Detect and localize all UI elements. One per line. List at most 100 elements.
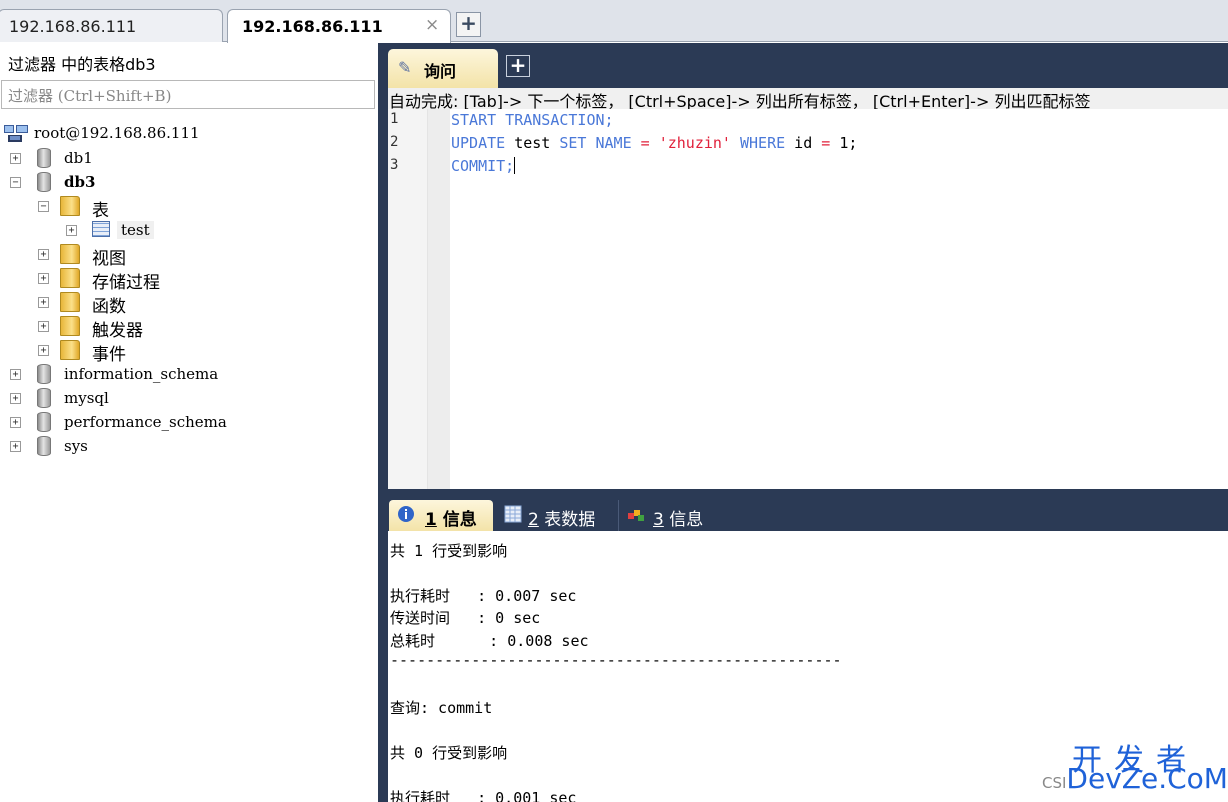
folder-icon	[60, 268, 80, 288]
database-icon	[37, 412, 51, 432]
grid-icon	[504, 505, 522, 523]
db-label: sys	[64, 437, 88, 455]
tab-label: 信息	[436, 510, 477, 530]
result-line: 执行耗时 : 0.007 sec	[390, 587, 577, 605]
expand-icon[interactable]: +	[38, 273, 49, 284]
sql-keyword: START TRANSACTION;	[451, 111, 614, 129]
tab-number: 1	[425, 510, 437, 530]
result-line: 查询: commit	[390, 699, 493, 717]
result-separator: ----------------------------------------…	[390, 651, 842, 669]
watermark-prefix: CSI	[1042, 774, 1067, 792]
result-line: 执行耗时 : 0.001 sec	[390, 789, 577, 802]
db-label: performance_schema	[64, 413, 227, 431]
expand-icon[interactable]: +	[10, 441, 21, 452]
window-tab-connection-1[interactable]: 192.168.86.111	[0, 9, 223, 42]
window-tab-connection-2[interactable]: 192.168.86.111	[227, 9, 451, 43]
database-icon	[37, 172, 51, 192]
tab-label: 信息	[663, 510, 704, 530]
database-icon	[37, 436, 51, 456]
server-icon	[4, 125, 28, 142]
close-tab-icon[interactable]: ×	[425, 15, 439, 35]
result-line: 传送时间 : 0 sec	[390, 609, 541, 627]
sql-keyword: UPDATE	[451, 134, 506, 152]
sql-editor[interactable]: 1 2 3 START TRANSACTION; UPDATE test SET…	[388, 109, 1228, 489]
tab-number: 3	[653, 510, 664, 530]
window-tab-strip: 192.168.86.111 192.168.86.111 × +	[0, 0, 1228, 43]
sql-text: test	[505, 134, 560, 152]
line-number: 2	[390, 134, 399, 150]
text-caret	[514, 157, 516, 174]
expand-icon[interactable]: +	[38, 345, 49, 356]
sql-text: 1;	[830, 134, 858, 152]
query-tab[interactable]: ✎ 询问	[388, 49, 498, 88]
object-browser: 过滤器 中的表格db3 过滤器 (Ctrl+Shift+B) root@192.…	[0, 43, 378, 802]
new-tab-button[interactable]: +	[456, 12, 481, 37]
tab-table-data[interactable]: 2 表数据	[496, 500, 612, 531]
expand-icon[interactable]: +	[10, 393, 21, 404]
sql-keyword: WHERE	[740, 134, 786, 152]
folder-label: 触发器	[92, 321, 143, 341]
expand-icon[interactable]: +	[38, 249, 49, 260]
tab-info-3[interactable]: 3 信息	[618, 500, 718, 531]
expand-icon[interactable]: +	[10, 153, 21, 164]
sql-text: id	[785, 134, 822, 152]
db-label: information_schema	[64, 365, 219, 383]
tab-label: 表数据	[538, 510, 596, 530]
new-query-button[interactable]: +	[506, 55, 530, 77]
panel-splitter[interactable]	[378, 43, 388, 802]
tab-info-1[interactable]: 1 信息	[389, 500, 493, 531]
autocomplete-hint: 自动完成: [Tab]-> 下一个标签， [Ctrl+Space]-> 列出所有…	[388, 88, 1228, 109]
folder-icon	[60, 292, 80, 312]
fold-margin	[428, 109, 450, 489]
collapse-icon[interactable]: −	[10, 177, 21, 188]
expand-icon[interactable]: +	[38, 321, 49, 332]
result-line: 共 1 行受到影响	[390, 542, 508, 560]
sql-keyword: COMMIT;	[451, 157, 515, 175]
filter-input[interactable]: 过滤器 (Ctrl+Shift+B)	[1, 80, 375, 109]
folder-label: 表	[92, 201, 109, 221]
expand-icon[interactable]: +	[10, 417, 21, 428]
folder-label: 事件	[92, 345, 126, 365]
folder-label: 函数	[92, 297, 126, 317]
expand-icon[interactable]: +	[66, 225, 77, 236]
sql-keyword: SET	[559, 134, 587, 152]
table-label: test	[117, 221, 154, 239]
folder-label: 存储过程	[92, 273, 160, 293]
server-label: root@192.168.86.111	[34, 124, 200, 142]
code-line-1: START TRANSACTION;	[451, 111, 614, 129]
sql-keyword: NAME	[595, 134, 632, 152]
tab-number: 2	[528, 510, 539, 530]
table-icon	[92, 221, 110, 237]
window-tab-label: 192.168.86.111	[242, 17, 383, 36]
filter-heading: 过滤器 中的表格db3	[8, 55, 156, 74]
query-tab-label: 询问	[424, 62, 457, 81]
blocks-icon	[628, 510, 644, 521]
watermark-text: DevZe.CoM	[1066, 762, 1228, 795]
expand-icon[interactable]: +	[38, 297, 49, 308]
collapse-icon[interactable]: −	[38, 201, 49, 212]
sql-operator: =	[640, 134, 650, 152]
result-line: 共 0 行受到影响	[390, 744, 508, 762]
db-label: db1	[64, 149, 93, 167]
sql-string: 'zhuzin'	[658, 134, 731, 152]
db-label: mysql	[64, 389, 109, 407]
db-label: db3	[64, 173, 96, 191]
sql-operator: =	[821, 134, 831, 152]
folder-icon	[60, 244, 80, 264]
folder-icon	[60, 316, 80, 336]
code-line-2: UPDATE test SET NAME = 'zhuzin' WHERE id…	[451, 134, 857, 152]
expand-icon[interactable]: +	[10, 369, 21, 380]
window-tab-label: 192.168.86.111	[9, 17, 137, 36]
watermark-logo: CSIDevZe.CoM	[1042, 762, 1228, 795]
line-number: 1	[390, 111, 399, 127]
code-line-3: COMMIT;	[451, 157, 516, 175]
folder-icon	[60, 196, 80, 216]
database-icon	[37, 364, 51, 384]
line-number: 3	[390, 157, 399, 173]
folder-label: 视图	[92, 249, 126, 269]
info-icon	[398, 506, 414, 522]
